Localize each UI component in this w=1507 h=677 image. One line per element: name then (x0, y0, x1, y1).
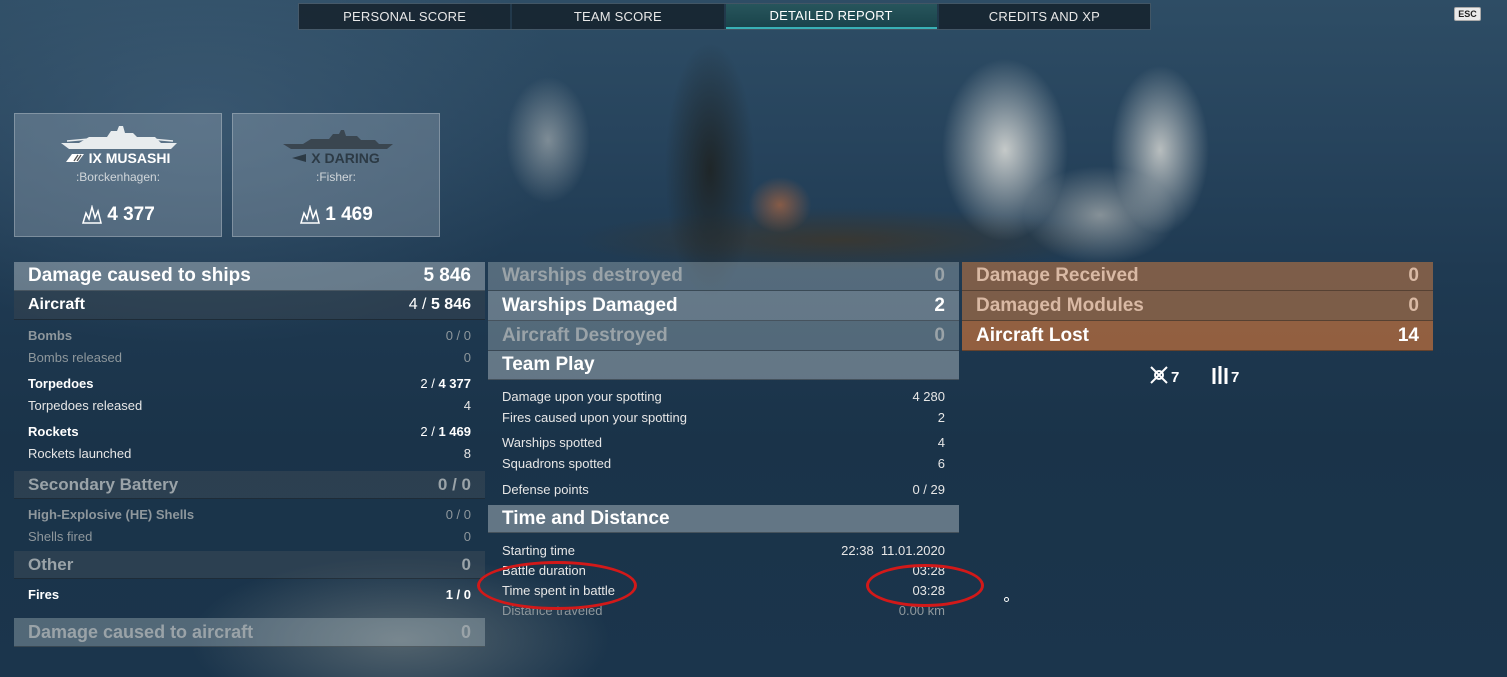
aircraft-row: Aircraft 4 / 5 846 (14, 291, 485, 320)
defense-points-row: Defense points 0 / 29 (502, 481, 945, 497)
destroyer-silhouette-icon (283, 130, 393, 149)
tab-personal-score[interactable]: PERSONAL SCORE (299, 4, 511, 29)
damage-received-header: Damage Received 0 (962, 262, 1433, 291)
squadrons-spotted-row: Squadrons spotted 6 (502, 456, 945, 471)
he-shells-row: High-Explosive (HE) Shells 0 / 0 (28, 506, 471, 522)
shells-fired-row: Shells fired 0 (28, 528, 471, 544)
other-header: Other 0 (14, 551, 485, 579)
ship-damage: 1 469 (233, 204, 439, 226)
aircraft-lost-header: Aircraft Lost 14 (962, 321, 1433, 351)
tab-detailed-report[interactable]: DETAILED REPORT (725, 4, 937, 29)
battleship-class-icon (65, 154, 84, 162)
player-name: :Borckenhagen: (75, 170, 161, 184)
torpedoes-row: Torpedoes 2 / 4 377 (28, 375, 471, 391)
aircraft-destroyed-header: Aircraft Destroyed 0 (488, 321, 959, 351)
ship-name: IX MUSASHI (15, 150, 221, 166)
aircraft-shot-down-icon (1150, 365, 1168, 384)
ship-tier-name: X DARING (311, 150, 380, 166)
tab-credits-and-xp[interactable]: CREDITS AND XP (938, 4, 1150, 29)
plane-bars-icon (1212, 365, 1228, 384)
damaged-modules-header: Damaged Modules 0 (962, 291, 1433, 321)
warships-spotted-row: Warships spotted 4 (502, 435, 945, 450)
bombs-row: Bombs 0 / 0 (28, 327, 471, 343)
warships-damaged-header: Warships Damaged 2 (488, 291, 959, 321)
destroyer-class-icon (292, 154, 307, 162)
damage-burst-icon (82, 205, 103, 224)
fires-row: Fires 1 / 0 (28, 586, 471, 602)
ship-card-musashi[interactable]: IX MUSASHI :Borckenhagen: 4 377 (14, 113, 222, 237)
ship-tier-name: IX MUSASHI (88, 150, 171, 166)
battle-duration-highlight (477, 561, 637, 610)
planes-lost-stat: 7 (1211, 363, 1239, 386)
damage-aircraft-header: Damage caused to aircraft 0 (14, 618, 485, 647)
damage-spotting-row: Damage upon your spotting 4 280 (502, 389, 945, 404)
ship-card-daring[interactable]: X DARING :Fisher: 1 469 (232, 113, 440, 237)
received-column: Damage Received 0 Damaged Modules 0 Aircra… (962, 262, 1433, 351)
secondary-battery-header: Secondary Battery 0 / 0 (14, 471, 485, 499)
ship-damage: 4 377 (15, 204, 221, 226)
report-tabs: PERSONAL SCORE TEAM SCORE DETAILED REPOR… (298, 3, 1151, 30)
torpedoes-released-row: Torpedoes released 4 (28, 397, 471, 413)
damage-ships-header: Damage caused to ships 5 846 (14, 262, 485, 291)
battleship-silhouette-icon (61, 126, 177, 149)
rockets-launched-row: Rockets launched 8 (28, 445, 471, 461)
tab-team-score[interactable]: TEAM SCORE (512, 4, 724, 29)
damage-column: Damage caused to ships 5 846 Aircraft 4 / … (14, 262, 485, 647)
fires-spotting-row: Fires caused upon your spotting 2 (502, 410, 945, 425)
cursor-dot (1004, 597, 1009, 602)
esc-close-button[interactable]: ESC (1454, 7, 1481, 21)
ship-name: X DARING (233, 150, 439, 166)
damage-burst-icon (300, 205, 321, 224)
time-value-highlight (866, 564, 984, 607)
time-distance-header: Time and Distance (488, 505, 959, 533)
player-name: :Fisher: (315, 170, 356, 184)
starting-time-row: Starting time 22:38 11.01.2020 (502, 542, 945, 558)
team-play-header: Team Play (488, 351, 959, 380)
warships-destroyed-header: Warships destroyed 0 (488, 262, 959, 291)
bombs-released-row: Bombs released 0 (28, 349, 471, 365)
squadron-lost-stat: 7 (1149, 363, 1179, 386)
rockets-row: Rockets 2 / 1 469 (28, 423, 471, 439)
